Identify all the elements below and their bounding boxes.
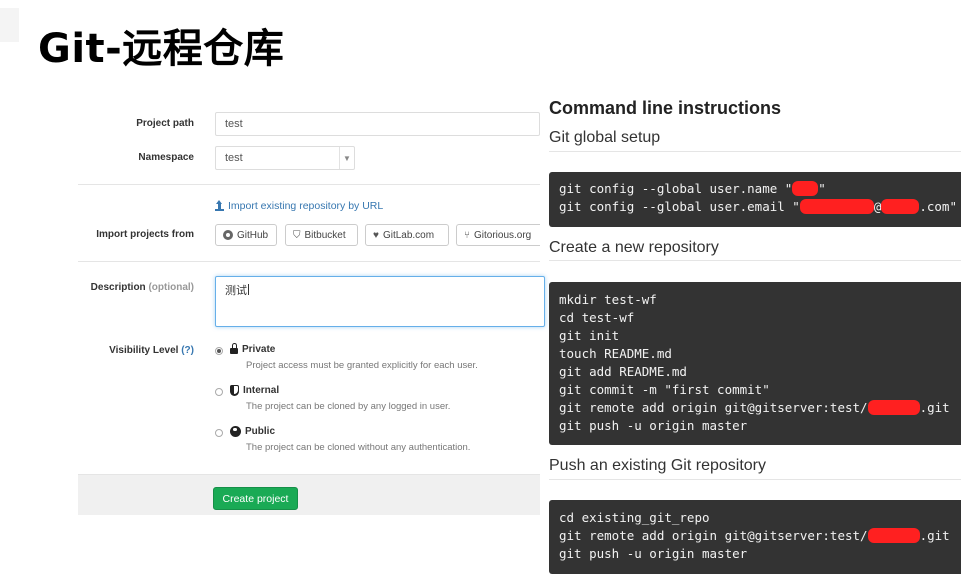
code-line: git commit -m "first commit"	[559, 382, 770, 397]
code-text: .git	[919, 400, 950, 415]
code-line: git init	[559, 328, 620, 343]
namespace-select[interactable]: test ▼	[215, 146, 355, 170]
visibility-label: Visibility Level (?)	[78, 345, 194, 356]
code-text: git remote add origin git@gitserver:test…	[559, 528, 868, 543]
global-setup-heading: Git global setup	[549, 129, 661, 146]
slide-title: Git-远程仓库	[38, 26, 285, 72]
cli-title: Command line instructions	[549, 98, 782, 118]
visibility-option-name: Private	[242, 344, 276, 355]
redacted-mark	[867, 528, 920, 543]
divider	[549, 260, 961, 261]
description-label-text: Description	[90, 282, 146, 293]
code-text: "	[818, 181, 826, 196]
code-line: git config --global user.email " @ .com"	[559, 198, 957, 216]
description-value: 测试	[225, 285, 247, 297]
shield-icon	[230, 385, 239, 396]
code-line: git push -u origin master	[559, 418, 748, 433]
divider	[549, 479, 961, 480]
code-text: .git	[919, 528, 950, 543]
github-icon	[223, 230, 233, 240]
upload-icon	[215, 199, 224, 211]
existing-repo-code[interactable]: cd existing_git_repo git remote add orig…	[549, 500, 961, 574]
divider	[78, 184, 540, 185]
command-line-instructions: Command line instructions Git global set…	[549, 92, 961, 577]
import-from-label: Import projects from	[96, 229, 194, 240]
import-source-label: GitHub	[237, 229, 269, 241]
redacted-mark	[867, 400, 920, 415]
visibility-public-desc: The project can be cloned without any au…	[246, 442, 471, 453]
visibility-private-radio[interactable]	[215, 347, 223, 355]
code-text: git config --global user.email "	[559, 199, 800, 214]
visibility-private-title: Private	[230, 343, 276, 355]
chevron-down-icon: ▼	[339, 147, 354, 169]
project-path-input[interactable]: test	[215, 112, 540, 136]
optional-hint: (optional)	[148, 282, 194, 293]
import-source-label: GitLab.com	[382, 229, 435, 241]
code-line: git remote add origin git@gitserver:test…	[559, 399, 951, 417]
visibility-public-title: Public	[230, 426, 275, 437]
import-source-label: Bitbucket	[304, 229, 346, 241]
code-text: git remote add origin git@gitserver:test…	[559, 400, 868, 415]
code-line: git add README.md	[559, 364, 687, 379]
visibility-option-name: Public	[245, 426, 276, 437]
lock-icon	[230, 343, 238, 354]
import-by-url-label: Import existing repository by URL	[228, 200, 384, 212]
code-text: git config --global user.name "	[559, 181, 793, 196]
global-setup-code[interactable]: git config --global user.name " " git con…	[549, 172, 961, 227]
import-github-button[interactable]: GitHub	[215, 224, 277, 246]
visibility-help-link[interactable]: (?)	[181, 345, 194, 356]
new-project-form: Project path test Namespace test ▼ Impor…	[78, 96, 545, 516]
import-source-label: Gitorious.org	[474, 229, 532, 241]
visibility-label-text: Visibility Level	[109, 345, 179, 356]
text-cursor	[248, 284, 249, 295]
code-line: git push -u origin master	[559, 546, 748, 561]
project-path-label: Project path	[136, 118, 194, 129]
project-path-value: test	[225, 118, 243, 130]
existing-repo-heading: Push an existing Git repository	[549, 457, 766, 474]
visibility-internal-radio[interactable]	[215, 388, 223, 396]
code-line: git config --global user.name " "	[559, 180, 951, 198]
code-line: git remote add origin git@gitserver:test…	[559, 527, 951, 545]
description-textarea[interactable]: 测试	[215, 276, 545, 327]
description-label: Description (optional)	[78, 282, 194, 293]
redacted-mark	[799, 199, 874, 214]
namespace-label: Namespace	[138, 152, 194, 163]
corner-mark	[0, 8, 19, 42]
globe-icon	[230, 426, 241, 437]
fork-icon: ⑂	[464, 229, 470, 241]
visibility-private-desc: Project access must be granted explicitl…	[246, 360, 478, 371]
create-project-button[interactable]: Create project	[213, 487, 298, 510]
visibility-option-name: Internal	[243, 385, 280, 396]
new-repo-heading: Create a new repository	[549, 239, 719, 256]
redacted-mark	[792, 181, 819, 196]
code-line: cd test-wf	[559, 310, 635, 325]
visibility-internal-desc: The project can be cloned by any logged …	[246, 401, 451, 412]
bitbucket-icon: ⛉	[293, 229, 301, 241]
visibility-public-radio[interactable]	[215, 429, 223, 437]
form-actions	[78, 474, 540, 515]
divider	[78, 261, 540, 262]
import-bitbucket-button[interactable]: ⛉ Bitbucket	[285, 224, 358, 246]
import-by-url-link[interactable]: Import existing repository by URL	[215, 199, 384, 212]
code-line: mkdir test-wf	[559, 292, 657, 307]
namespace-value: test	[225, 152, 243, 164]
heart-icon: ♥	[373, 229, 379, 241]
code-text: @	[873, 199, 882, 214]
code-text: .com"	[919, 199, 957, 214]
redacted-mark	[881, 199, 920, 214]
code-line: cd existing_git_repo	[559, 510, 710, 525]
new-repo-code[interactable]: mkdir test-wf cd test-wf git init touch …	[549, 282, 961, 445]
visibility-internal-title: Internal	[230, 385, 279, 396]
code-line: touch README.md	[559, 346, 672, 361]
import-gitlab-button[interactable]: ♥ GitLab.com	[365, 224, 449, 246]
divider	[549, 151, 961, 152]
import-gitorious-button[interactable]: ⑂ Gitorious.org	[456, 224, 540, 246]
